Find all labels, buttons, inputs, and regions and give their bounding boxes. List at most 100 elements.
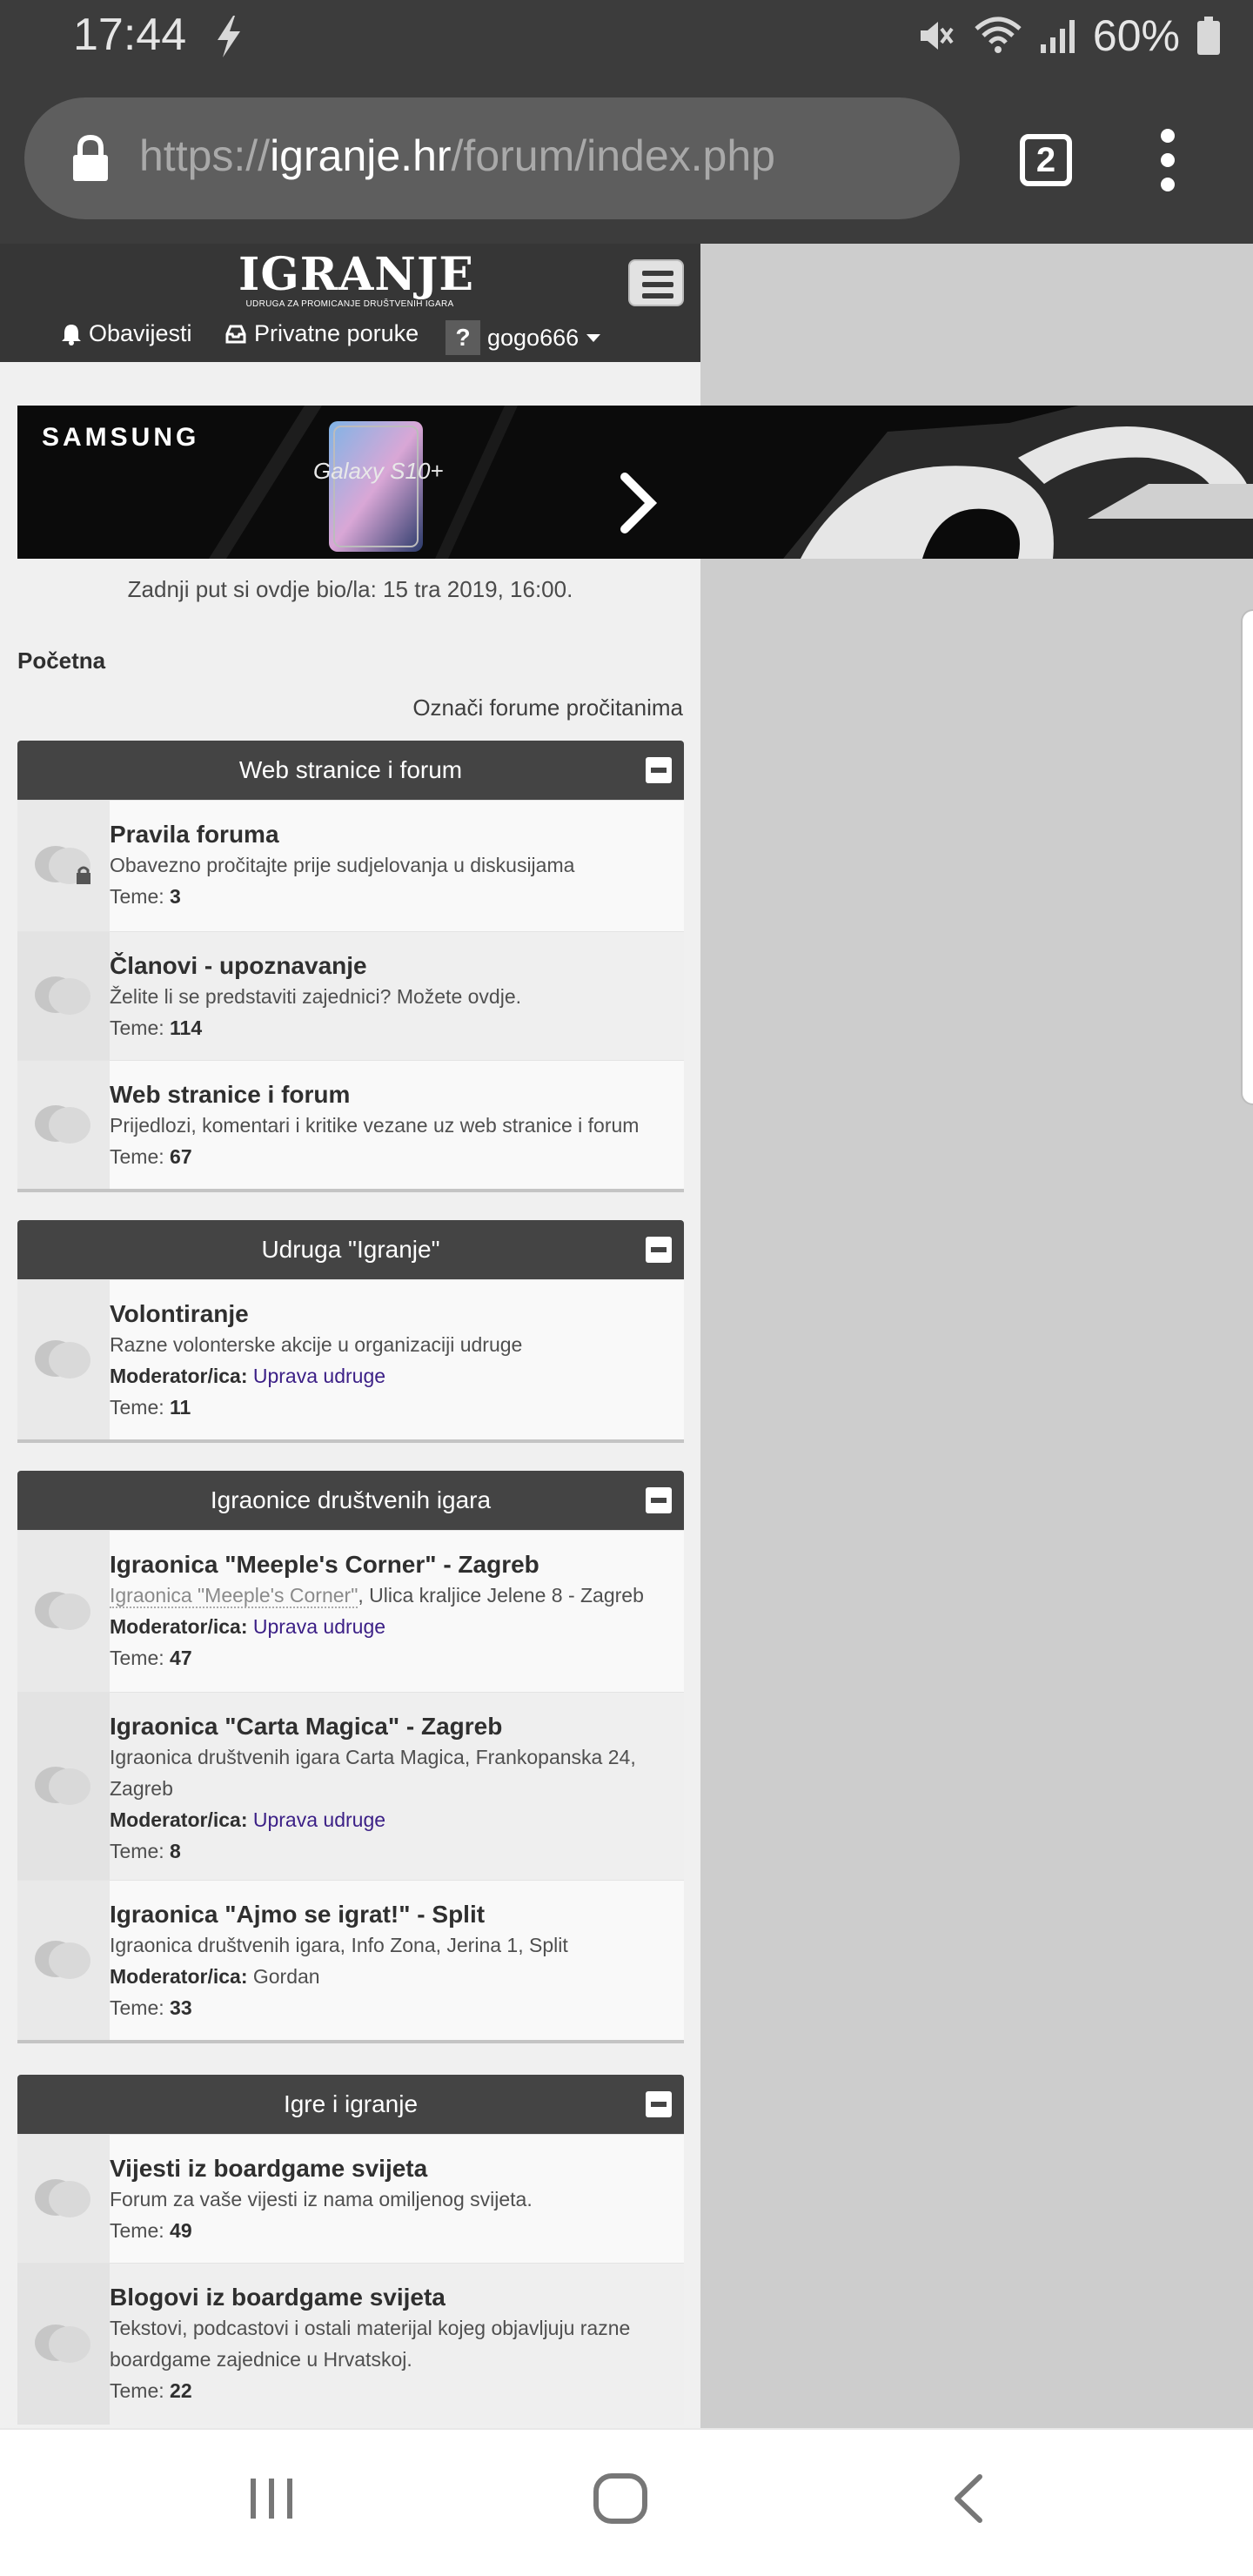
forum-title[interactable]: Volontiranje: [110, 1299, 675, 1329]
forum-page: IGRANJE UDRUGA ZA PROMICANJE DRUŠTVENIH …: [0, 244, 700, 2428]
forum-locked-icon: [35, 846, 90, 884]
category-igraonice: Igraonice društvenih igara Igraonica "Me…: [17, 1471, 684, 2043]
moderator-name[interactable]: Gordan: [253, 1965, 320, 1988]
status-bar: 17:44 60%: [0, 0, 1253, 75]
forum-row[interactable]: Članovi - upoznavanje Želite li se preds…: [17, 931, 684, 1060]
forum-topics-count: Teme: 67: [110, 1145, 192, 1168]
category-web-stranice: Web stranice i forum Pravila foruma Obav…: [17, 741, 684, 1192]
avatar: ?: [446, 320, 480, 355]
mark-forums-read-link[interactable]: Označi forume pročitanima: [412, 694, 683, 721]
forum-description: Igraonica društvenih igara Carta Magica,…: [110, 1746, 636, 1800]
forum-title[interactable]: Igraonica "Meeple's Corner" - Zagreb: [110, 1550, 675, 1580]
bolt-icon: [218, 16, 240, 57]
site-logo[interactable]: IGRANJE UDRUGA ZA PROMICANJE DRUŠTVENIH …: [238, 252, 473, 313]
forum-moderator: Moderator/ica: Gordan: [110, 1965, 320, 1988]
address-bar[interactable]: https://igranje.hr/forum/index.php: [24, 97, 960, 219]
recent-apps-icon[interactable]: [245, 2472, 298, 2524]
banner-product: Galaxy S10+: [313, 458, 444, 484]
page-empty-area: [700, 244, 1253, 2428]
forum-topics-count: Teme: 22: [110, 2379, 192, 2402]
forum-row[interactable]: Igraonica "Carta Magica" - Zagreb Igraon…: [17, 1692, 684, 1880]
forum-title[interactable]: Pravila foruma: [110, 820, 675, 849]
forum-description: Prijedlozi, komentari i kritike vezane u…: [110, 1114, 640, 1137]
forum-read-icon: [35, 1339, 90, 1379]
overflow-menu-icon[interactable]: [1149, 127, 1187, 193]
banner-artwork: [209, 406, 1253, 559]
category-header[interactable]: Igre i igranje: [17, 2075, 684, 2134]
forum-title[interactable]: Igraonica "Carta Magica" - Zagreb: [110, 1712, 675, 1741]
moderator-link[interactable]: Uprava udruge: [253, 1365, 385, 1387]
forum-read-icon: [35, 1940, 90, 1979]
collapse-toggle-icon[interactable]: [646, 1487, 672, 1513]
hamburger-menu-button[interactable]: [628, 259, 684, 306]
last-visit-notice: Zadnji put si ovdje bio/la: 15 tra 2019,…: [127, 576, 573, 602]
tab-switcher-button[interactable]: 2: [1020, 134, 1072, 186]
forum-row[interactable]: Blogovi iz boardgame svijeta Tekstovi, p…: [17, 2263, 684, 2425]
category-igre: Igre i igranje Vijesti iz boardgame svij…: [17, 2075, 684, 2425]
forum-read-icon: [35, 2178, 90, 2217]
inbox-icon: [225, 325, 246, 343]
header-nav: Obavijesti Privatne poruke ? gogo666: [0, 313, 700, 357]
forum-description: Igraonica "Meeple's Corner", Ulica kralj…: [110, 1584, 644, 1608]
forum-title[interactable]: Igraonica "Ajmo se igrat!" - Split: [110, 1900, 675, 1929]
forum-moderator: Moderator/ica: Uprava udruge: [110, 1808, 386, 1831]
caret-down-icon: [586, 334, 601, 342]
forum-moderator: Moderator/ica: Uprava udruge: [110, 1615, 386, 1638]
forum-topics-count: Teme: 114: [110, 1016, 203, 1039]
forum-topics-count: Teme: 33: [110, 1996, 192, 2019]
wifi-icon: [975, 17, 1022, 53]
banner-brand: SAMSUNG: [42, 423, 200, 452]
forum-read-icon: [35, 1766, 90, 1805]
forum-topics-count: Teme: 49: [110, 2219, 192, 2242]
forum-row[interactable]: Igraonica "Ajmo se igrat!" - Split Igrao…: [17, 1880, 684, 2040]
breadcrumb[interactable]: Početna: [17, 647, 105, 674]
forum-description: Tekstovi, podcastovi i ostali materijal …: [110, 2317, 631, 2371]
forum-title[interactable]: Članovi - upoznavanje: [110, 951, 675, 981]
forum-topics-count: Teme: 3: [110, 885, 181, 908]
site-header: IGRANJE UDRUGA ZA PROMICANJE DRUŠTVENIH …: [0, 244, 700, 362]
forum-description: Forum za vaše vijesti iz nama omiljenog …: [110, 2188, 533, 2210]
forum-row[interactable]: Igraonica "Meeple's Corner" - Zagreb Igr…: [17, 1530, 684, 1692]
forum-topics-count: Teme: 47: [110, 1647, 192, 1669]
category-header[interactable]: Igraonice društvenih igara: [17, 1471, 684, 1530]
lock-icon: [73, 134, 108, 181]
forum-moderator: Moderator/ica: Uprava udruge: [110, 1365, 386, 1387]
description-link[interactable]: Igraonica "Meeple's Corner": [110, 1584, 358, 1608]
back-icon[interactable]: [948, 2472, 988, 2526]
forum-topics-count: Teme: 8: [110, 1840, 181, 1862]
signal-icon: [1040, 20, 1075, 53]
forum-topics-count: Teme: 11: [110, 1396, 191, 1419]
forum-read-icon: [35, 1104, 90, 1144]
side-panel-handle[interactable]: [1241, 609, 1253, 1105]
collapse-toggle-icon[interactable]: [646, 2091, 672, 2117]
notifications-link[interactable]: Obavijesti: [61, 320, 192, 347]
private-messages-link[interactable]: Privatne poruke: [224, 320, 419, 347]
user-menu[interactable]: ? gogo666: [446, 320, 601, 355]
forum-row[interactable]: Volontiranje Razne volonterske akcije u …: [17, 1279, 684, 1439]
home-icon[interactable]: [592, 2472, 649, 2526]
forum-description: Razne volonterske akcije u organizaciji …: [110, 1333, 523, 1356]
collapse-toggle-icon[interactable]: [646, 757, 672, 783]
forum-row[interactable]: Pravila foruma Obavezno pročitajte prije…: [17, 800, 684, 931]
url-text: https://igranje.hr/forum/index.php: [139, 131, 775, 180]
forum-description: Obavezno pročitajte prije sudjelovanja u…: [110, 854, 575, 876]
moderator-link[interactable]: Uprava udruge: [253, 1808, 385, 1831]
forum-description: Igraonica društvenih igara, Info Zona, J…: [110, 1934, 568, 1956]
forum-description: Želite li se predstaviti zajednici? Može…: [110, 985, 522, 1008]
category-udruga: Udruga "Igranje" Volontiranje Razne volo…: [17, 1220, 684, 1443]
forum-title[interactable]: Web stranice i forum: [110, 1080, 675, 1110]
forum-row[interactable]: Web stranice i forum Prijedlozi, komenta…: [17, 1060, 684, 1189]
category-header[interactable]: Udruga "Igranje": [17, 1220, 684, 1279]
moderator-link[interactable]: Uprava udruge: [253, 1615, 385, 1638]
battery-icon: [1197, 17, 1220, 55]
forum-title[interactable]: Vijesti iz boardgame svijeta: [110, 2154, 675, 2184]
forum-read-icon: [35, 976, 90, 1015]
browser-toolbar: https://igranje.hr/forum/index.php 2: [0, 75, 1253, 244]
collapse-toggle-icon[interactable]: [646, 1237, 672, 1263]
category-header[interactable]: Web stranice i forum: [17, 741, 684, 800]
forum-title[interactable]: Blogovi iz boardgame svijeta: [110, 2283, 675, 2312]
ad-banner[interactable]: SAMSUNG Galaxy S10+: [17, 406, 1253, 559]
forum-read-icon: [35, 2324, 90, 2363]
forum-row[interactable]: Vijesti iz boardgame svijeta Forum za va…: [17, 2134, 684, 2263]
system-navigation-bar: [0, 2428, 1253, 2576]
